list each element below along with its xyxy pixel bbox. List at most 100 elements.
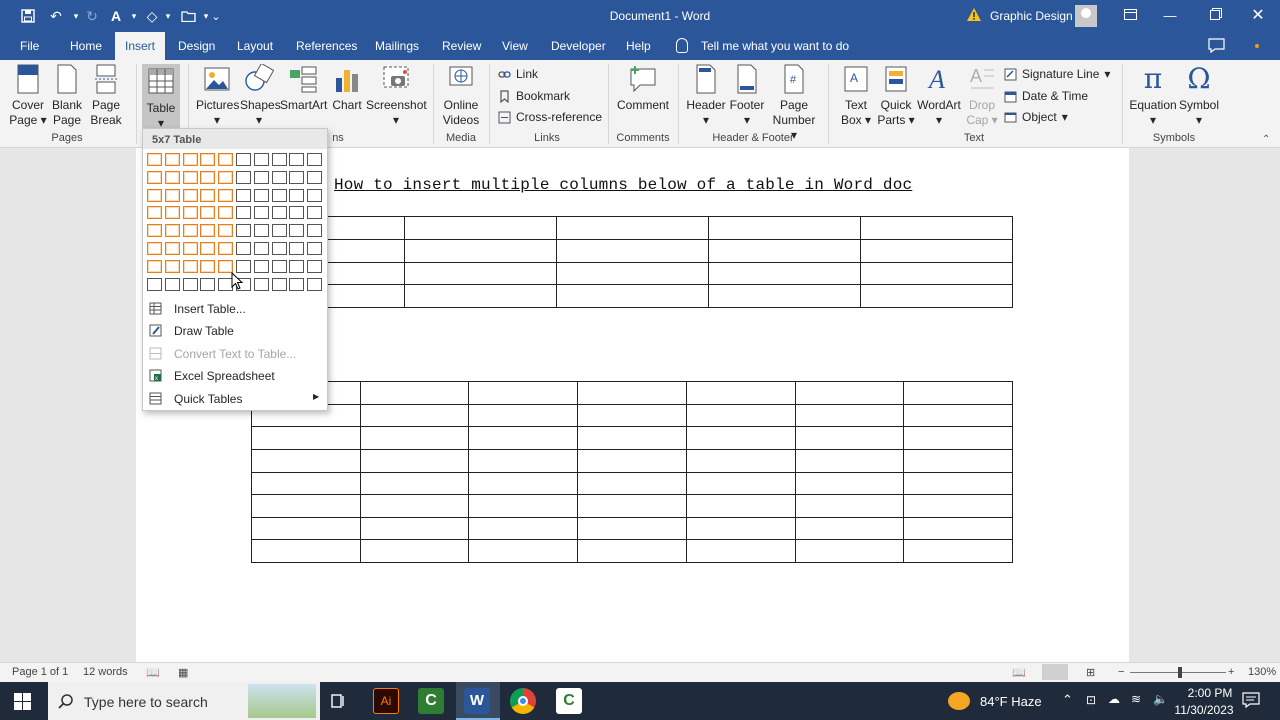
grid-cell[interactable] [164,259,180,273]
table-cell[interactable] [359,448,470,473]
document-heading[interactable]: How to insert multiple columns below of … [334,176,912,194]
insert-table-item[interactable]: Insert Table... [143,298,327,320]
table-cell[interactable] [685,494,796,518]
table-cell[interactable] [685,448,796,473]
taskbar-search[interactable]: Type here to search [48,682,320,720]
table-cell[interactable] [794,539,905,563]
grid-cell[interactable] [182,188,198,202]
grid-cell[interactable] [164,188,180,202]
onedrive-icon[interactable]: ☁ [1108,692,1120,706]
windows-start-icon[interactable] [14,693,31,713]
collapse-ribbon-icon[interactable]: ⌃ [1262,134,1270,145]
table-cell[interactable] [903,426,1013,450]
grid-cell[interactable] [253,259,269,273]
tab-developer[interactable]: Developer [549,32,608,60]
bookmark-button[interactable]: Bookmark [498,89,570,103]
save-icon[interactable] [18,6,38,26]
grid-cell[interactable] [253,188,269,202]
grid-cell[interactable] [218,206,234,220]
grid-cell[interactable] [271,153,287,166]
table-cell[interactable] [404,261,557,286]
cross-reference-button[interactable]: Cross-reference [498,110,602,124]
wifi-icon[interactable]: ≋ [1131,692,1141,706]
camtasia-app-icon[interactable]: C [418,688,444,714]
excel-spreadsheet-item[interactable]: x Excel Spreadsheet [143,365,327,387]
table-cell[interactable] [860,261,1013,286]
header-button[interactable]: Header ▾ [686,64,726,128]
grid-cell[interactable] [271,242,287,255]
table-cell[interactable] [556,238,709,263]
date-time-button[interactable]: Date & Time [1004,89,1088,103]
table-cell[interactable] [708,238,861,263]
task-view-icon[interactable] [330,693,346,712]
table-cell[interactable] [359,426,470,450]
table-cell[interactable] [860,216,1013,240]
grid-cell[interactable] [307,242,323,255]
tab-file[interactable]: File [18,32,41,60]
table-cell[interactable] [251,539,361,563]
link-button[interactable]: Link [498,67,538,81]
grid-cell[interactable] [164,224,180,238]
grid-cell[interactable] [289,259,305,273]
table-cell[interactable] [903,381,1013,405]
grid-cell[interactable] [200,206,216,220]
close-icon[interactable]: ✕ [1246,5,1270,27]
table-cell[interactable] [794,516,905,541]
table-button[interactable]: Table ▾ [142,64,180,130]
table-cell[interactable] [359,403,470,428]
table-cell[interactable] [468,448,579,473]
grid-cell[interactable] [307,153,323,166]
grid-cell[interactable] [289,206,305,220]
grid-cell[interactable] [147,224,162,238]
table-cell[interactable] [903,448,1013,473]
read-mode-icon[interactable]: 📖 [1012,666,1026,679]
comments-icon[interactable] [1208,38,1225,56]
grid-cell[interactable] [307,188,323,202]
table-cell[interactable] [251,471,361,496]
grid-cell[interactable] [271,206,287,220]
table-cell[interactable] [556,216,709,240]
grid-cell[interactable] [182,170,198,184]
table-cell[interactable] [794,471,905,496]
table-cell[interactable] [903,539,1013,563]
format-dropdown-icon[interactable]: ▾ [124,6,144,26]
object-button[interactable]: Object ▾ [1004,110,1068,124]
grid-cell[interactable] [289,170,305,184]
draw-table-item[interactable]: Draw Table [143,320,327,342]
proofing-icon[interactable]: 📖 [146,666,160,679]
table-cell[interactable] [794,381,905,405]
grid-cell[interactable] [289,224,305,238]
grid-cell[interactable] [307,224,323,238]
grid-cell[interactable] [200,224,216,238]
grid-cell[interactable] [147,188,162,202]
grid-cell[interactable] [200,277,216,291]
tell-me-search[interactable]: Tell me what you want to do [699,32,851,60]
web-layout-icon[interactable]: ⊞ [1086,666,1095,679]
grid-cell[interactable] [164,242,180,255]
restore-icon[interactable] [1204,5,1228,27]
table-cell[interactable] [708,216,861,240]
grid-cell[interactable] [147,206,162,220]
table-cell[interactable] [903,494,1013,518]
table-cell[interactable] [860,238,1013,263]
tab-insert[interactable]: Insert [115,32,166,60]
table-cell[interactable] [404,238,557,263]
table-cell[interactable] [468,403,579,428]
table-cell[interactable] [794,403,905,428]
grid-cell[interactable] [218,259,234,273]
table-cell[interactable] [468,539,579,563]
open-folder-icon[interactable] [178,6,198,26]
quick-tables-item[interactable]: Quick Tables ▶ [143,388,327,410]
zoom-out-icon[interactable]: − [1118,666,1124,678]
online-videos-button[interactable]: Online Videos [440,64,482,128]
grid-cell[interactable] [147,242,162,255]
grid-cell[interactable] [253,277,269,291]
weather-text[interactable]: 84°F Haze [980,694,1042,709]
document-table-1[interactable] [252,216,1013,308]
grid-cell[interactable] [271,224,287,238]
table-cell[interactable] [685,381,796,405]
grid-cell[interactable] [218,153,234,166]
table-cell[interactable] [685,516,796,541]
user-name[interactable]: Graphic Design [990,9,1073,23]
shape-dropdown-icon[interactable]: ▾ [158,6,178,26]
